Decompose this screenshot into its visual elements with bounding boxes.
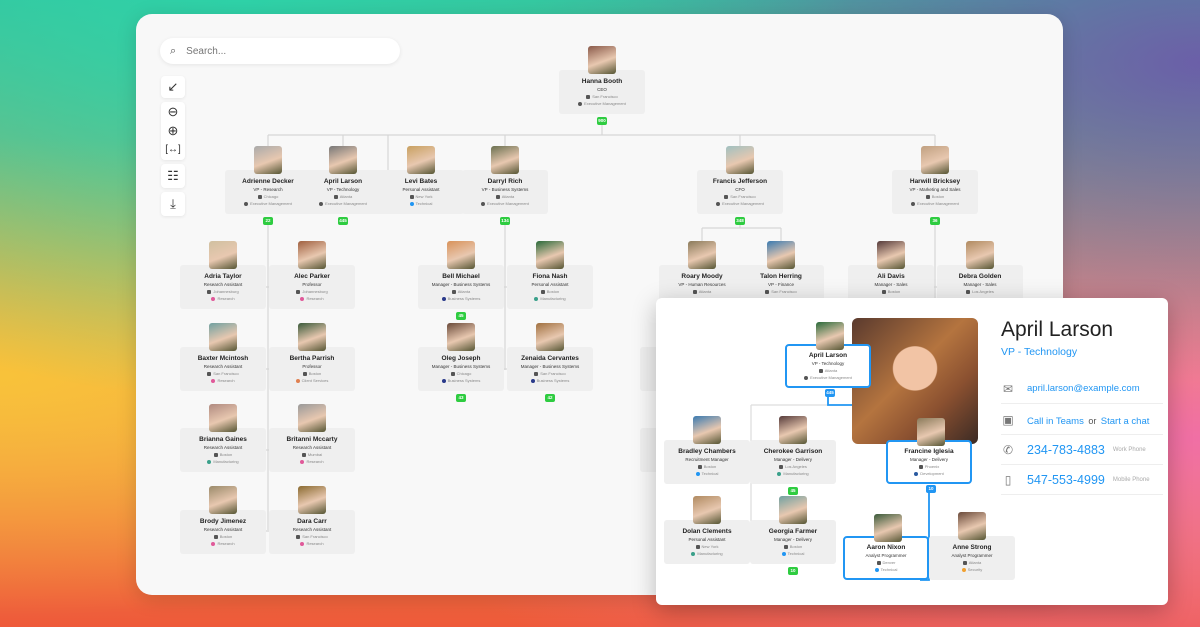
node-name: Bradley Chambers xyxy=(678,448,736,455)
node-department: Security xyxy=(929,567,1015,572)
node-department: Manufacturing xyxy=(664,551,750,556)
node-department: Development xyxy=(888,471,970,476)
node-name: Dolan Clements xyxy=(682,528,732,535)
building-icon xyxy=(876,560,881,565)
mail-icon: ✉ xyxy=(1002,381,1014,396)
node-department: Technical xyxy=(750,551,836,556)
org-node[interactable]: Aaron Nixon Analyst Programmer Denver Te… xyxy=(843,514,929,580)
work-phone-label: Work Phone xyxy=(1112,446,1146,453)
node-title: Recruitment Manager xyxy=(685,457,729,462)
building-icon xyxy=(779,464,784,469)
department-dot-icon xyxy=(695,471,700,476)
node-location: Atlanta xyxy=(929,560,1015,565)
node-location: Denver xyxy=(845,560,927,565)
node-department: Technical xyxy=(664,471,750,476)
profile-title: VP - Technology xyxy=(1001,346,1078,358)
department-dot-icon xyxy=(777,471,782,476)
node-title: Analyst Programmer xyxy=(951,553,993,558)
work-phone-row: ✆ 234-783-4883 Work Phone xyxy=(1001,435,1163,465)
node-title: VP - Technology xyxy=(811,361,845,366)
building-icon xyxy=(918,464,923,469)
org-node[interactable]: Dolan Clements Personal Assistant New Yo… xyxy=(664,496,750,564)
node-location: Atlanta xyxy=(787,368,869,373)
or-text: or xyxy=(1088,415,1097,426)
node-name: Anne Strong xyxy=(952,544,992,551)
avatar xyxy=(693,416,721,444)
node-location: Boston xyxy=(664,464,750,469)
node-name: Francine Iglesia xyxy=(904,448,954,455)
building-icon xyxy=(695,544,700,549)
node-name: Cherokee Garrison xyxy=(763,448,823,455)
work-phone-link[interactable]: 234-783-4883 xyxy=(1027,443,1105,457)
mobile-icon: ▯ xyxy=(1004,472,1012,487)
avatar xyxy=(958,512,986,540)
org-node[interactable]: Francine Iglesia Manager - Delivery Phoe… xyxy=(886,418,972,493)
node-location: New York xyxy=(664,544,750,549)
profile-name: April Larson xyxy=(1001,318,1114,341)
call-teams-link[interactable]: Call in Teams xyxy=(1027,416,1084,427)
teams-row: ▣ Call in Teams or Start a chat xyxy=(1001,405,1163,435)
avatar xyxy=(693,496,721,524)
node-location: Los Angeles xyxy=(750,464,836,469)
department-dot-icon xyxy=(781,551,786,556)
avatar xyxy=(779,496,807,524)
report-count-badge[interactable]: 10 xyxy=(788,567,798,575)
node-title: Analyst Programmer xyxy=(865,553,907,558)
avatar xyxy=(917,418,945,446)
department-dot-icon xyxy=(961,567,966,572)
org-node[interactable]: Georgia Farmer Manager - Delivery Boston… xyxy=(750,496,836,575)
org-node[interactable]: April Larson VP - Technology Atlanta Exe… xyxy=(785,322,871,397)
building-icon xyxy=(962,560,967,565)
node-department: Manufacturing xyxy=(750,471,836,476)
report-count-badge[interactable]: 45 xyxy=(788,487,798,495)
node-location: Phoenix xyxy=(888,464,970,469)
node-title: Manager - Delivery xyxy=(909,457,948,462)
department-dot-icon xyxy=(691,551,696,556)
start-chat-link[interactable]: Start a chat xyxy=(1101,416,1150,427)
node-title: Personal Assistant xyxy=(688,537,726,542)
building-icon xyxy=(783,544,788,549)
phone-icon: ✆ xyxy=(1002,442,1014,457)
node-title: Manager - Delivery xyxy=(773,537,812,542)
node-name: Georgia Farmer xyxy=(768,528,818,535)
report-count-badge[interactable]: 10 xyxy=(926,485,936,493)
building-icon xyxy=(697,464,702,469)
teams-icon: ▣ xyxy=(1002,412,1014,427)
email-link[interactable]: april.larson@example.com xyxy=(1027,383,1140,394)
node-department: Executive Management xyxy=(787,375,869,380)
node-title: Manager - Delivery xyxy=(773,457,812,462)
department-dot-icon xyxy=(874,567,879,572)
department-dot-icon xyxy=(804,375,809,380)
avatar xyxy=(874,514,902,542)
node-location: Boston xyxy=(750,544,836,549)
org-node[interactable]: Bradley Chambers Recruitment Manager Bos… xyxy=(664,416,750,484)
mobile-phone-label: Mobile Phone xyxy=(1112,476,1150,483)
avatar xyxy=(779,416,807,444)
mobile-phone-row: ▯ 547-553-4999 Mobile Phone xyxy=(1001,465,1163,495)
email-row: ✉ april.larson@example.com xyxy=(1001,374,1163,404)
report-count-badge[interactable]: 445 xyxy=(825,389,835,397)
node-name: Aaron Nixon xyxy=(866,544,906,551)
popup-connector-lines xyxy=(749,395,930,581)
org-node[interactable]: Cherokee Garrison Manager - Delivery Los… xyxy=(750,416,836,495)
org-node[interactable]: Anne Strong Analyst Programmer Atlanta S… xyxy=(929,512,1015,580)
avatar xyxy=(816,322,844,350)
node-name: April Larson xyxy=(808,352,848,359)
department-dot-icon xyxy=(914,471,919,476)
mobile-phone-link[interactable]: 547-553-4999 xyxy=(1027,473,1105,487)
building-icon xyxy=(818,368,823,373)
node-department: Technical xyxy=(845,567,927,572)
